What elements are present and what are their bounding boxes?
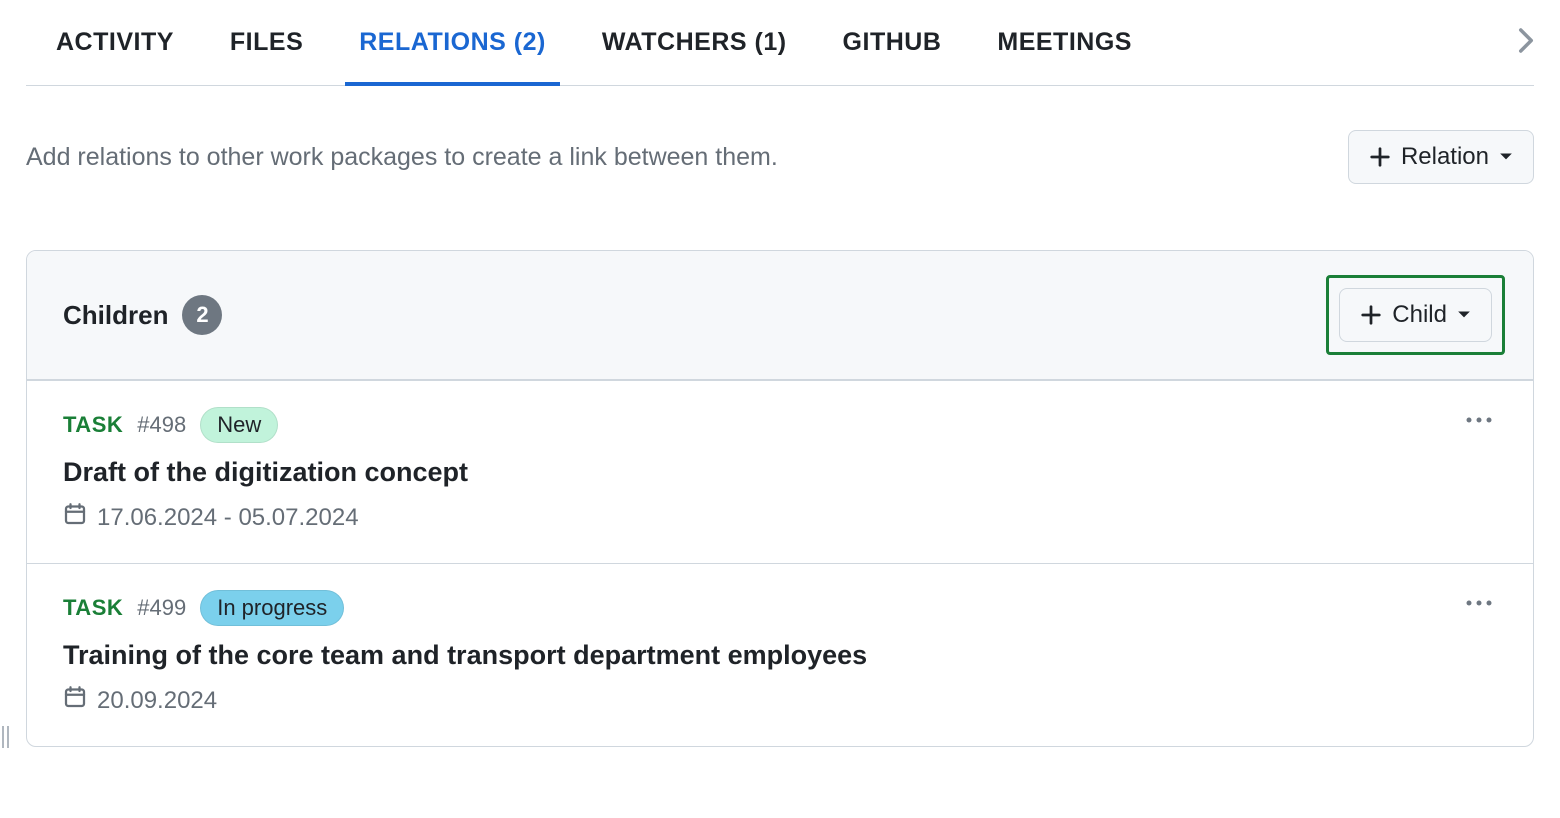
tab-files[interactable]: FILES [230, 0, 303, 85]
children-title: Children [63, 300, 168, 331]
more-options-button[interactable] [1461, 407, 1497, 433]
more-options-button[interactable] [1461, 590, 1497, 616]
child-item[interactable]: TASK #499 In progress Training of the co… [27, 563, 1533, 746]
work-package-dates: 20.09.2024 [97, 687, 217, 715]
work-package-id: #498 [137, 412, 186, 438]
children-panel: Children 2 Child TASK #498 New Draft of [26, 250, 1534, 747]
work-package-type: TASK [63, 412, 123, 438]
work-package-type: TASK [63, 595, 123, 621]
caret-down-icon [1499, 152, 1513, 162]
tab-github[interactable]: GITHUB [843, 0, 942, 85]
tab-watchers[interactable]: WATCHERS (1) [602, 0, 787, 85]
tab-relations[interactable]: RELATIONS (2) [359, 0, 546, 85]
calendar-icon [63, 502, 87, 533]
relations-header: Add relations to other work packages to … [26, 86, 1534, 202]
calendar-icon [63, 685, 87, 716]
work-package-title: Training of the core team and transport … [63, 640, 1497, 671]
status-badge: New [200, 407, 278, 443]
add-child-button[interactable]: Child [1339, 288, 1492, 342]
children-count-badge: 2 [182, 295, 222, 335]
drag-handle-icon[interactable] [2, 726, 9, 748]
relations-hint: Add relations to other work packages to … [26, 143, 778, 172]
tab-activity[interactable]: ACTIVITY [56, 0, 174, 85]
child-item[interactable]: TASK #498 New Draft of the digitization … [27, 380, 1533, 563]
add-relation-button[interactable]: Relation [1348, 130, 1534, 184]
work-package-id: #499 [137, 595, 186, 621]
work-package-dates: 17.06.2024 - 05.07.2024 [97, 504, 359, 532]
plus-icon [1369, 146, 1391, 168]
add-child-label: Child [1392, 301, 1447, 329]
plus-icon [1360, 304, 1382, 326]
add-child-highlight: Child [1326, 275, 1505, 355]
status-badge: In progress [200, 590, 344, 626]
children-panel-header: Children 2 Child [27, 251, 1533, 380]
caret-down-icon [1457, 310, 1471, 320]
chevron-right-icon[interactable] [1512, 22, 1540, 63]
add-relation-label: Relation [1401, 143, 1489, 171]
tab-meetings[interactable]: MEETINGS [997, 0, 1132, 85]
work-package-title: Draft of the digitization concept [63, 457, 1497, 488]
tabs-bar: ACTIVITY FILES RELATIONS (2) WATCHERS (1… [26, 0, 1534, 86]
